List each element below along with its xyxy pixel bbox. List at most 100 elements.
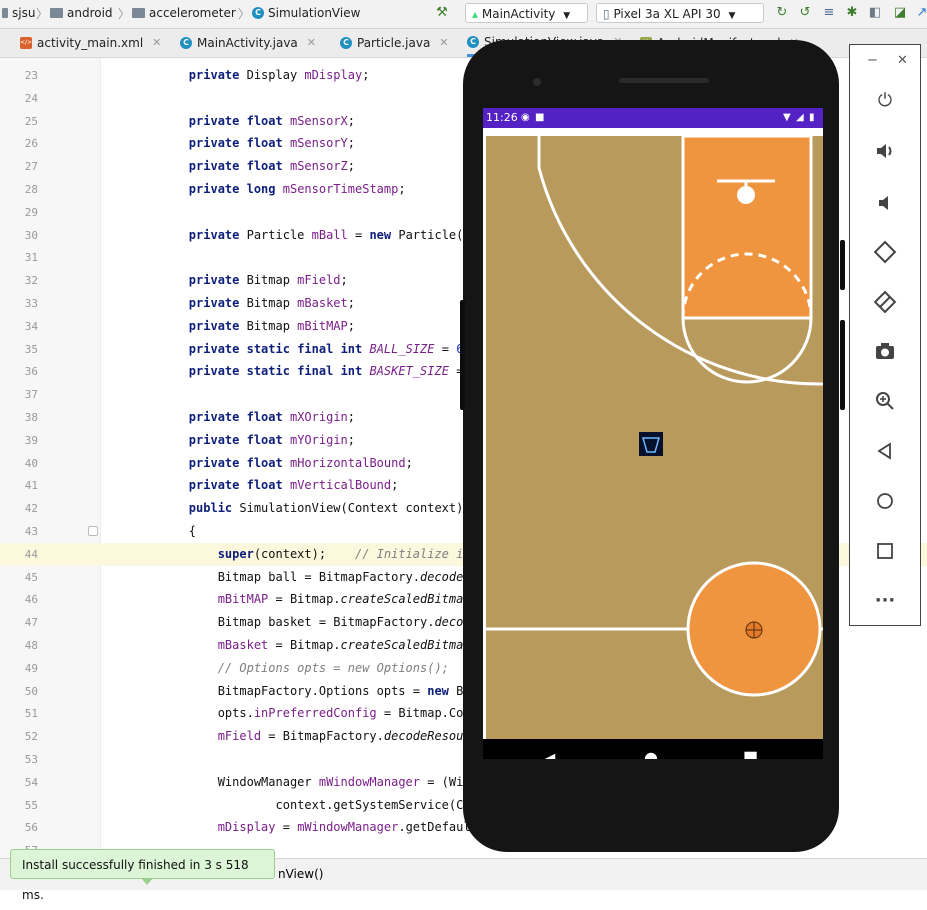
code-text: private float mVerticalBound; [188, 478, 399, 493]
tab-activity-main-xml[interactable]: </> activity_main.xml ✕ [20, 29, 161, 57]
folder-icon [50, 8, 63, 18]
coverage-icon[interactable]: ≡ [822, 6, 836, 20]
minimize-icon[interactable]: − [867, 53, 878, 68]
rim [737, 186, 755, 204]
device-select[interactable]: ▯ Pixel 3a XL API 30 ▼ [596, 3, 764, 23]
home-icon[interactable] [850, 490, 920, 520]
code-text: private Bitmap mBasket; [188, 296, 355, 310]
line-number: 53 [24, 753, 38, 766]
wifi-icon: ▼ [783, 112, 791, 123]
hammer-icon[interactable]: ⚒ [435, 6, 449, 20]
code-text: context.getSystemService(Conte [131, 797, 493, 812]
emulator-screen[interactable]: 11:26 ◉ ■ ▼ ◢ ▮ ◀ ● ■ [483, 108, 823, 759]
breadcrumb-separator: 〉 [36, 7, 49, 21]
overview-icon[interactable]: ■ [743, 747, 758, 759]
rotate-left-icon[interactable] [850, 240, 920, 270]
attach-debugger-icon[interactable]: ◪ [893, 6, 907, 20]
line-number: 54 [24, 775, 38, 789]
code-text: private float mSensorY; [188, 136, 355, 151]
rotate-right-icon[interactable] [850, 290, 920, 320]
apply-changes-icon[interactable]: ↻ [775, 6, 789, 20]
line-number: 52 [24, 730, 38, 744]
close-icon[interactable]: ✕ [152, 29, 161, 57]
code-text: private float mSensorZ; [188, 159, 355, 174]
breadcrumb-item-simulationview[interactable]: C SimulationView [252, 6, 360, 20]
battery-icon: ▮ [809, 112, 815, 123]
volume-hardware-button [840, 320, 845, 410]
apply-code-changes-icon[interactable]: ↺ [798, 6, 812, 20]
xml-file-icon: </> [20, 37, 32, 49]
code-text: private float mXOrigin; [188, 410, 355, 424]
debug-icon[interactable]: ✱ [845, 6, 859, 20]
code-text: private static final int BASKET_SIZE = 8… [188, 364, 493, 379]
code-text: BitmapFactory.Options opts = new Bitma [131, 683, 493, 698]
volume-down-icon[interactable] [850, 192, 920, 222]
line-number: 31 [24, 251, 38, 265]
code-text: private float mHorizontalBound; [188, 455, 413, 470]
install-toast: Install successfully finished in 3 s 518… [10, 849, 275, 902]
line-number: 47 [24, 616, 38, 630]
sd-card-icon: ■ [535, 112, 545, 123]
basketball-court[interactable] [483, 128, 823, 739]
zoom-in-icon[interactable] [850, 390, 920, 420]
structure-breadcrumb[interactable]: nView() [278, 867, 323, 881]
close-icon[interactable]: ✕ [439, 29, 448, 57]
earpiece-speaker [619, 78, 709, 83]
tab-mainactivity-java[interactable]: C MainActivity.java ✕ [180, 29, 316, 57]
navigation-bar: sjsu 〉 android 〉 accelerometer 〉 C Simul… [0, 0, 927, 29]
android-icon: ▴ [472, 7, 479, 21]
back-icon[interactable]: ◀ [543, 749, 555, 759]
run-configuration-select[interactable]: ▴ MainActivity ▼ [465, 3, 588, 23]
line-number: 56 [24, 821, 38, 835]
breadcrumb-item-sjsu[interactable]: sjsu [2, 6, 35, 20]
sync-icon[interactable]: ↗ [915, 6, 927, 20]
tab-particle-java[interactable]: C Particle.java ✕ [340, 29, 449, 57]
folder-icon [132, 8, 145, 18]
code-text: // Options opts = new Options(); //Th [217, 660, 493, 675]
clock: 11:26 [486, 111, 518, 124]
overview-icon[interactable] [850, 540, 920, 570]
power-hardware-button [840, 240, 845, 290]
line-number: 38 [24, 411, 38, 424]
android-status-bar: 11:26 ◉ ■ ▼ ◢ ▮ [483, 108, 823, 128]
more-icon[interactable]: ··· [850, 590, 920, 620]
line-number: 50 [24, 684, 38, 698]
breadcrumb-item-android[interactable]: android [50, 6, 113, 20]
line-number: 45 [24, 570, 38, 584]
line-number: 42 [24, 502, 38, 516]
line-number: 51 [24, 707, 38, 721]
code-text: private long mSensorTimeStamp; [188, 182, 406, 196]
power-icon[interactable]: ⏻ [850, 90, 920, 120]
volume-up-icon[interactable] [850, 140, 920, 170]
toast-pointer [141, 878, 153, 885]
back-icon[interactable] [850, 440, 920, 470]
code-text: private Bitmap mBitMAP; [188, 318, 355, 333]
code-text: Bitmap basket = BitmapFactory.decodeRe [131, 615, 493, 630]
line-number: 24 [24, 91, 38, 105]
code-text: mField = BitmapFactory.decodeResource( [217, 729, 493, 744]
code-text: private Bitmap mField; [188, 273, 348, 288]
breadcrumb-item-accelerometer[interactable]: accelerometer [132, 6, 236, 20]
close-icon[interactable]: ✕ [897, 53, 908, 68]
android-nav-bar: ◀ ● ■ [483, 739, 823, 759]
front-camera [533, 78, 541, 86]
line-number: 44 [24, 547, 38, 561]
signal-icon: ◢ [796, 112, 804, 123]
camera-icon[interactable] [850, 340, 920, 370]
paint-area [681, 134, 813, 320]
java-class-icon: C [467, 35, 479, 48]
profile-icon[interactable]: ◧ [868, 6, 882, 20]
home-icon[interactable]: ● [644, 748, 658, 759]
code-text: private Display mDisplay; [188, 68, 370, 82]
line-number: 36 [24, 365, 38, 379]
breadcrumb-separator: 〉 [238, 7, 251, 21]
java-class-icon: C [252, 7, 264, 19]
chevron-down-icon: ▼ [563, 11, 571, 21]
fold-marker-icon[interactable] [88, 526, 98, 536]
emulator-controls-panel: − ✕ ⏻ ··· [849, 44, 921, 626]
line-number: 34 [24, 319, 38, 333]
java-class-icon: C [180, 37, 192, 49]
line-number: 41 [24, 479, 38, 493]
close-icon[interactable]: ✕ [307, 29, 316, 57]
line-number: 49 [24, 661, 38, 675]
